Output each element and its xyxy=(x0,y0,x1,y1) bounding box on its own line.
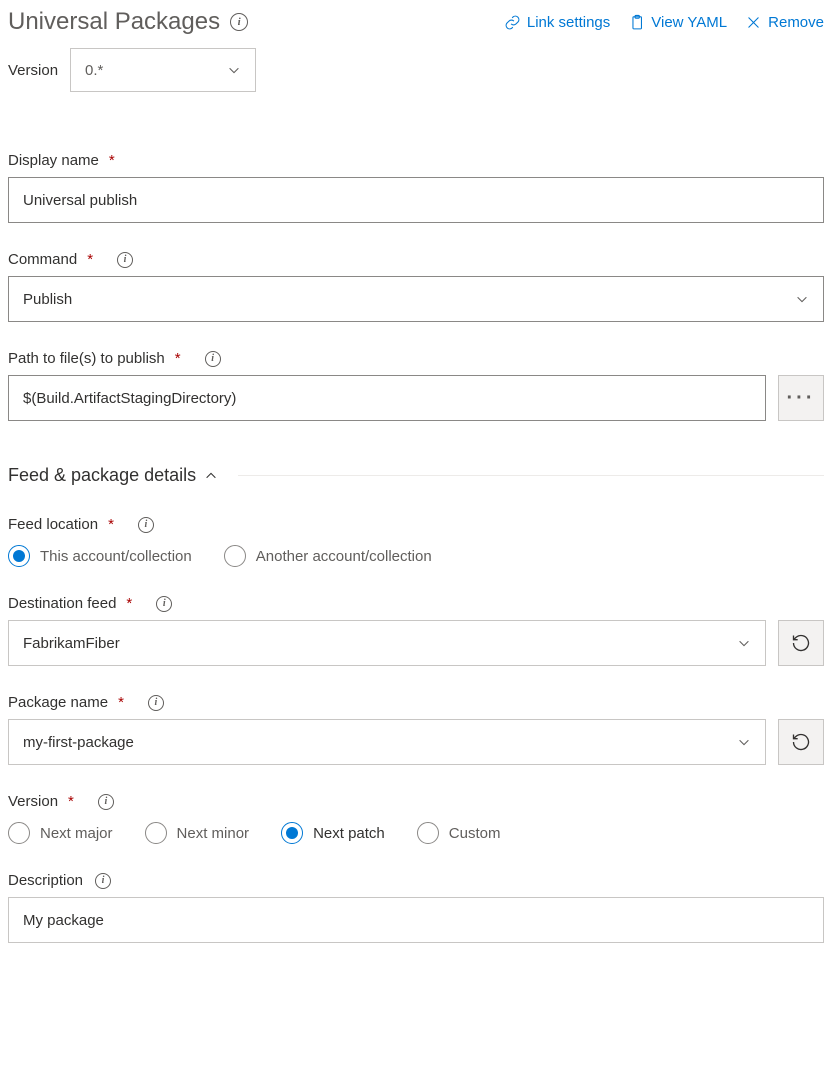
version-strategy-label: Version xyxy=(8,793,58,810)
refresh-button[interactable] xyxy=(778,620,824,666)
info-icon[interactable]: i xyxy=(117,252,133,268)
radio-icon xyxy=(145,822,167,844)
version-custom-option[interactable]: Custom xyxy=(417,822,501,844)
display-name-field: Display name * xyxy=(8,152,824,223)
destination-feed-select[interactable]: FabrikamFiber xyxy=(8,620,766,666)
close-icon xyxy=(745,14,762,31)
destination-feed-label: Destination feed xyxy=(8,595,116,612)
info-icon[interactable]: i xyxy=(205,351,221,367)
radio-icon xyxy=(224,545,246,567)
chevron-down-icon xyxy=(737,636,751,650)
version-strategy-radio-group: Next major Next minor Next patch Custom xyxy=(8,822,824,844)
package-name-label-row: Package name * i xyxy=(8,694,824,711)
command-label-row: Command * i xyxy=(8,251,824,268)
link-icon xyxy=(504,14,521,31)
version-minor-option[interactable]: Next minor xyxy=(145,822,250,844)
version-major-label: Next major xyxy=(40,825,113,842)
destination-feed-label-row: Destination feed * i xyxy=(8,595,824,612)
required-mark: * xyxy=(126,595,132,612)
header-actions: Link settings View YAML Remove xyxy=(504,14,824,31)
more-icon: ··· xyxy=(787,387,816,410)
task-title: Universal Packages xyxy=(8,8,220,36)
version-patch-label: Next patch xyxy=(313,825,385,842)
feed-location-another-option[interactable]: Another account/collection xyxy=(224,545,432,567)
command-select[interactable]: Publish xyxy=(8,276,824,322)
version-custom-label: Custom xyxy=(449,825,501,842)
package-name-value: my-first-package xyxy=(23,734,134,751)
browse-button[interactable]: ··· xyxy=(778,375,824,421)
feed-location-label-row: Feed location * i xyxy=(8,516,824,533)
task-version-select[interactable]: 0.* xyxy=(70,48,256,92)
feed-location-this-label: This account/collection xyxy=(40,548,192,565)
remove-label: Remove xyxy=(768,14,824,31)
chevron-down-icon xyxy=(227,63,241,77)
section-feed-details-label: Feed & package details xyxy=(8,465,196,486)
required-mark: * xyxy=(109,152,115,169)
link-settings-label: Link settings xyxy=(527,14,610,31)
view-yaml-label: View YAML xyxy=(651,14,727,31)
chevron-down-icon xyxy=(795,292,809,306)
display-name-input[interactable] xyxy=(8,177,824,223)
info-icon[interactable]: i xyxy=(230,13,248,31)
radio-icon xyxy=(8,822,30,844)
path-label: Path to file(s) to publish xyxy=(8,350,165,367)
feed-location-label: Feed location xyxy=(8,516,98,533)
task-version-row: Version 0.* xyxy=(8,48,824,92)
package-name-label: Package name xyxy=(8,694,108,711)
view-yaml-action[interactable]: View YAML xyxy=(628,14,727,31)
info-icon[interactable]: i xyxy=(156,596,172,612)
command-label: Command xyxy=(8,251,77,268)
version-minor-label: Next minor xyxy=(177,825,250,842)
package-name-select[interactable]: my-first-package xyxy=(8,719,766,765)
display-name-label-row: Display name * xyxy=(8,152,824,169)
info-icon[interactable]: i xyxy=(95,873,111,889)
link-settings-action[interactable]: Link settings xyxy=(504,14,610,31)
path-input[interactable] xyxy=(8,375,766,421)
version-strategy-label-row: Version * i xyxy=(8,793,824,810)
feed-location-field: Feed location * i This account/collectio… xyxy=(8,516,824,567)
description-label: Description xyxy=(8,872,83,889)
required-mark: * xyxy=(108,516,114,533)
path-label-row: Path to file(s) to publish * i xyxy=(8,350,824,367)
radio-icon xyxy=(281,822,303,844)
task-version-value: 0.* xyxy=(85,62,103,79)
required-mark: * xyxy=(68,793,74,810)
path-field: Path to file(s) to publish * i ··· xyxy=(8,350,824,421)
required-mark: * xyxy=(175,350,181,367)
version-patch-option[interactable]: Next patch xyxy=(281,822,385,844)
remove-action[interactable]: Remove xyxy=(745,14,824,31)
command-value: Publish xyxy=(23,291,72,308)
info-icon[interactable]: i xyxy=(138,517,154,533)
feed-location-this-option[interactable]: This account/collection xyxy=(8,545,192,567)
task-version-label: Version xyxy=(8,62,58,79)
feed-location-radio-group: This account/collection Another account/… xyxy=(8,545,824,567)
feed-location-another-label: Another account/collection xyxy=(256,548,432,565)
section-feed-details[interactable]: Feed & package details xyxy=(8,465,824,486)
destination-feed-value: FabrikamFiber xyxy=(23,635,120,652)
title-area: Universal Packages i xyxy=(8,8,248,36)
version-major-option[interactable]: Next major xyxy=(8,822,113,844)
radio-icon xyxy=(8,545,30,567)
chevron-down-icon xyxy=(737,735,751,749)
command-field: Command * i Publish xyxy=(8,251,824,322)
required-mark: * xyxy=(118,694,124,711)
package-name-field: Package name * i my-first-package xyxy=(8,694,824,765)
destination-feed-field: Destination feed * i FabrikamFiber xyxy=(8,595,824,666)
version-strategy-field: Version * i Next major Next minor Next p… xyxy=(8,793,824,844)
clipboard-icon xyxy=(628,14,645,31)
refresh-icon xyxy=(791,633,811,653)
section-divider xyxy=(238,475,824,476)
refresh-icon xyxy=(791,732,811,752)
description-field: Description i xyxy=(8,872,824,943)
refresh-button[interactable] xyxy=(778,719,824,765)
radio-icon xyxy=(417,822,439,844)
task-header: Universal Packages i Link settings View … xyxy=(8,8,824,36)
info-icon[interactable]: i xyxy=(98,794,114,810)
required-mark: * xyxy=(87,251,93,268)
info-icon[interactable]: i xyxy=(148,695,164,711)
chevron-up-icon xyxy=(204,469,218,483)
description-input[interactable] xyxy=(8,897,824,943)
description-label-row: Description i xyxy=(8,872,824,889)
display-name-label: Display name xyxy=(8,152,99,169)
